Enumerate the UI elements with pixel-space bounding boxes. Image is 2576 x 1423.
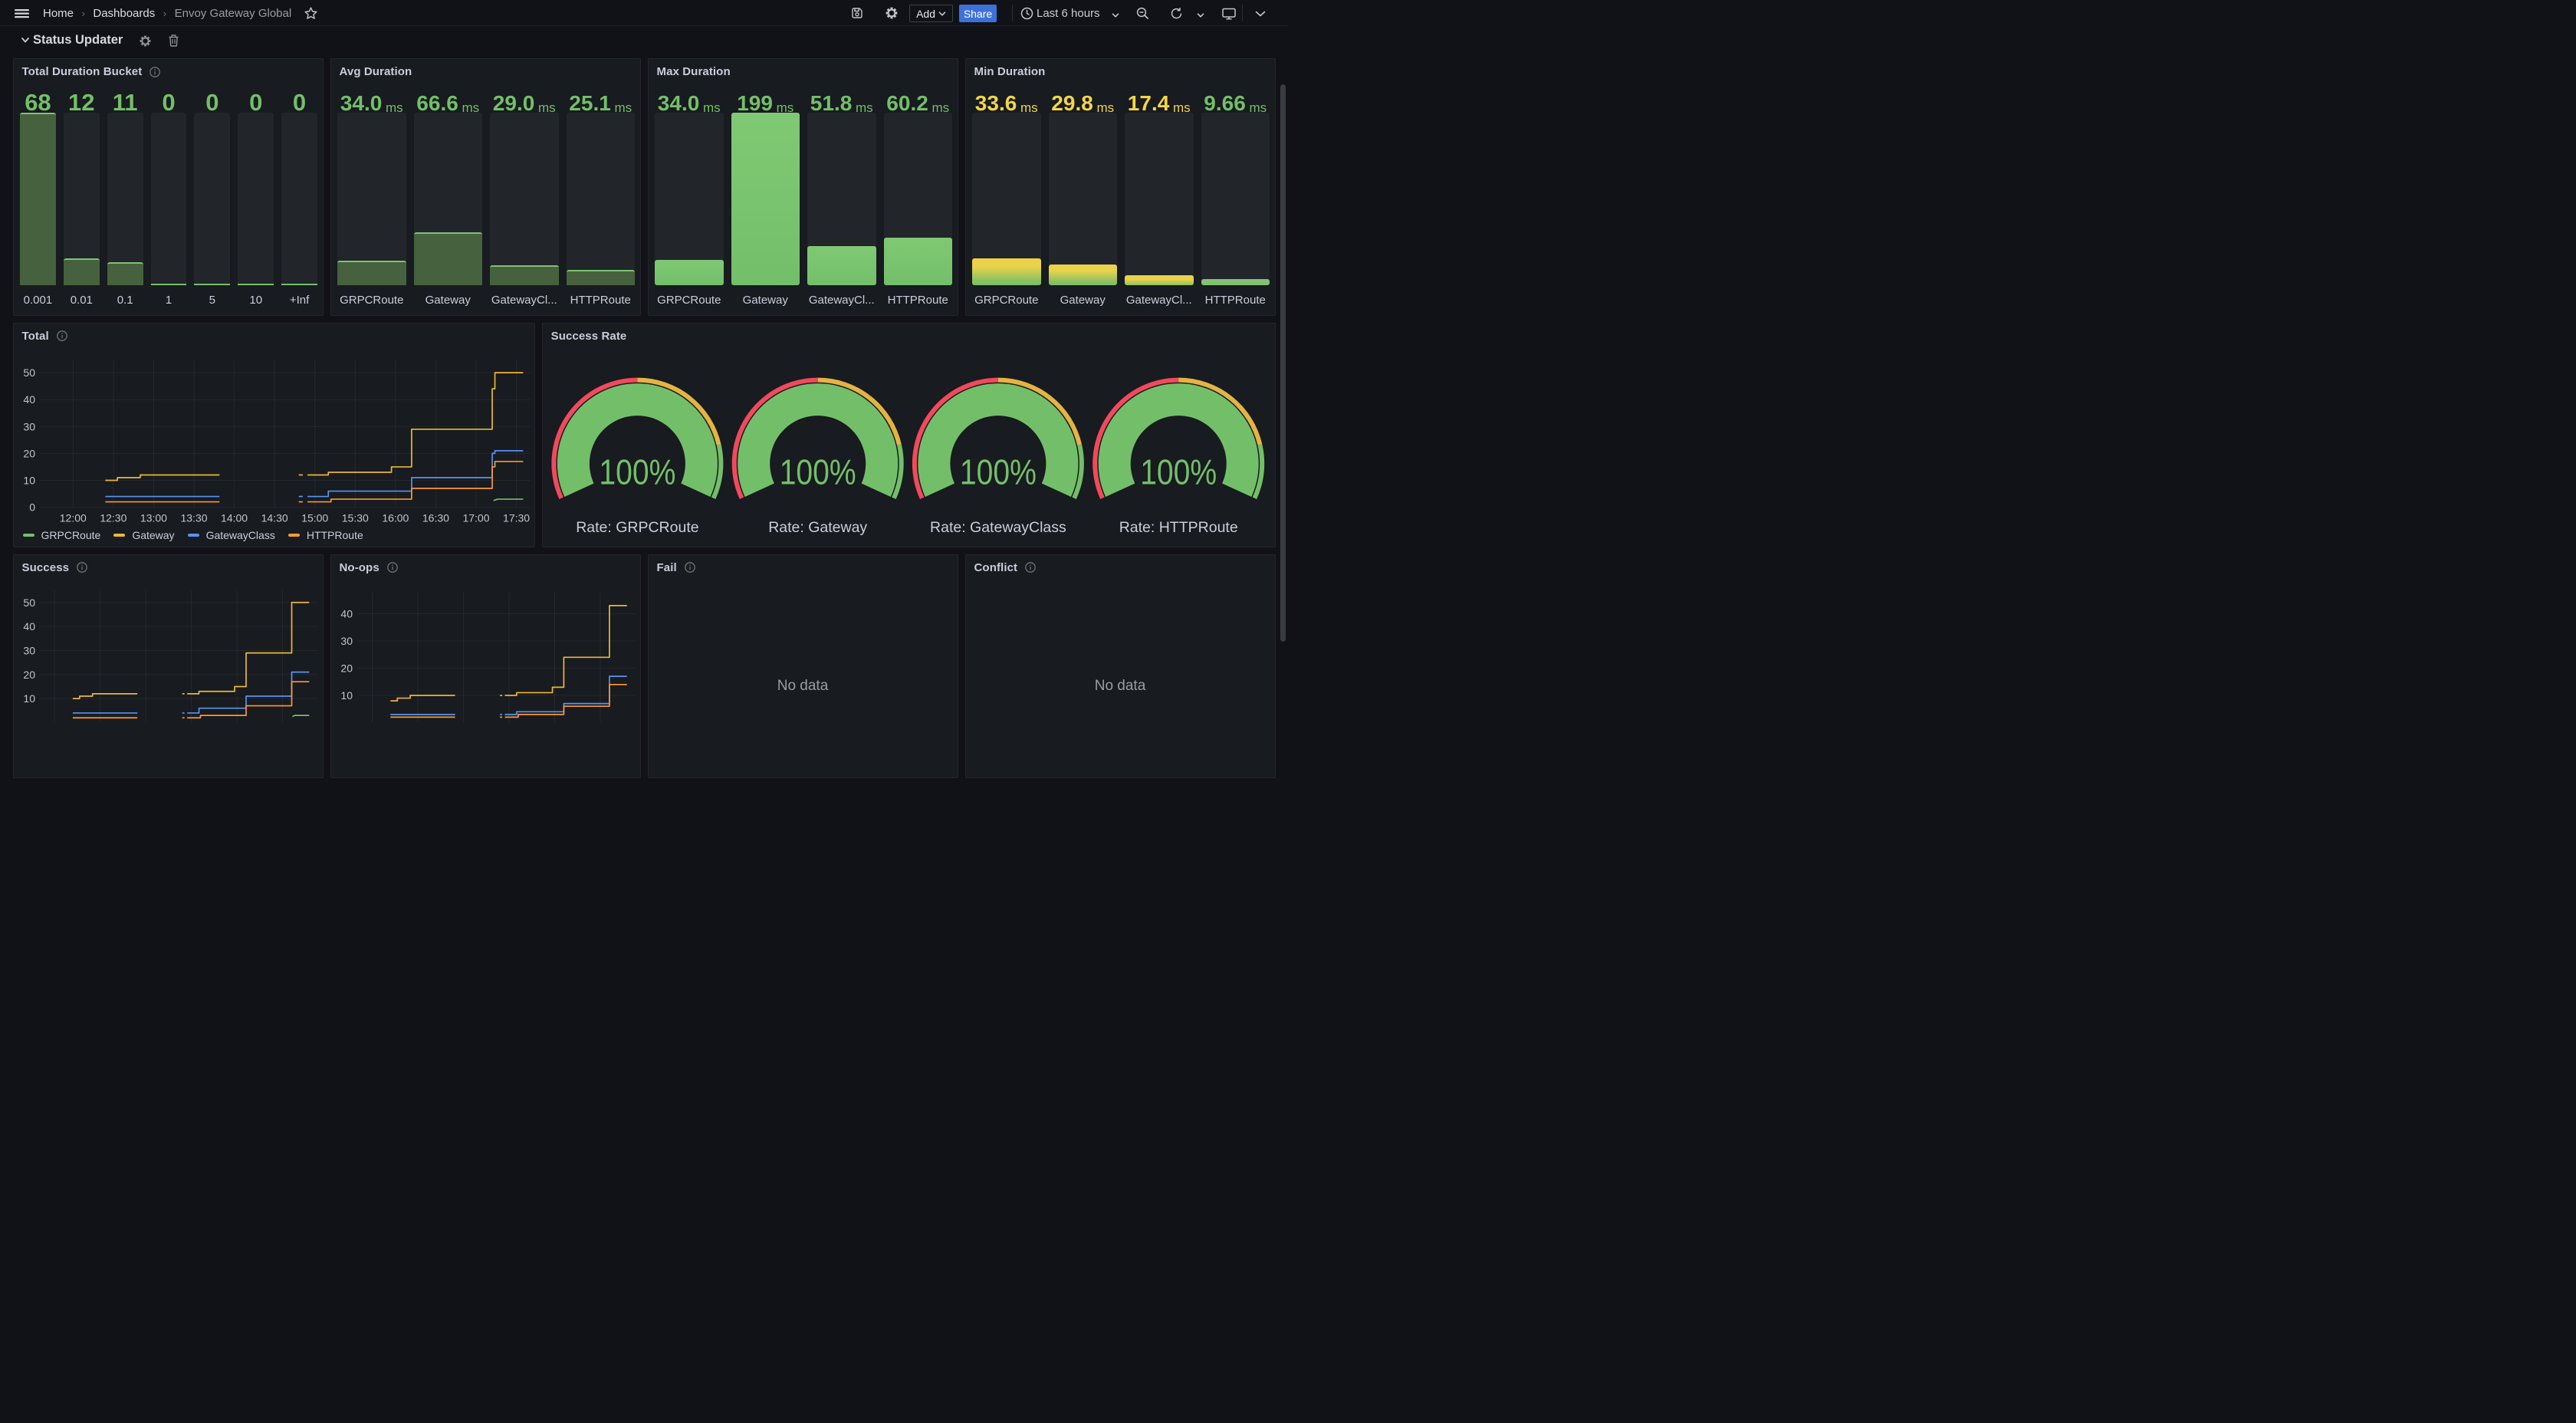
svg-text:14:30: 14:30 <box>261 511 288 524</box>
svg-text:30: 30 <box>340 635 353 647</box>
svg-text:17:30: 17:30 <box>503 511 530 524</box>
svg-text:17:00: 17:00 <box>462 511 489 524</box>
svg-text:100%: 100% <box>959 452 1036 491</box>
svg-text:16:30: 16:30 <box>422 511 449 524</box>
svg-text:Rate: HTTPRoute: Rate: HTTPRoute <box>1119 519 1237 536</box>
svg-text:40: 40 <box>340 607 353 619</box>
svg-text:13:30: 13:30 <box>180 511 207 524</box>
svg-text:50: 50 <box>23 366 35 379</box>
svg-text:10: 10 <box>23 692 35 705</box>
svg-text:10: 10 <box>23 474 35 486</box>
svg-text:30: 30 <box>23 420 35 432</box>
svg-text:Rate: Gateway: Rate: Gateway <box>768 519 867 536</box>
svg-text:20: 20 <box>340 662 353 674</box>
svg-text:20: 20 <box>23 669 35 681</box>
svg-text:50: 50 <box>23 596 35 609</box>
svg-text:13:00: 13:00 <box>140 511 166 524</box>
svg-text:100%: 100% <box>599 452 675 491</box>
svg-text:Rate: GatewayClass: Rate: GatewayClass <box>930 519 1066 536</box>
svg-text:30: 30 <box>23 644 35 656</box>
svg-text:100%: 100% <box>1140 452 1217 491</box>
svg-text:12:00: 12:00 <box>59 511 86 524</box>
svg-text:100%: 100% <box>779 452 856 491</box>
svg-text:40: 40 <box>23 393 35 406</box>
svg-text:15:00: 15:00 <box>301 511 328 524</box>
svg-text:12:30: 12:30 <box>100 511 127 524</box>
svg-text:40: 40 <box>23 620 35 633</box>
svg-text:15:30: 15:30 <box>341 511 368 524</box>
svg-text:0: 0 <box>29 501 35 513</box>
svg-text:20: 20 <box>23 447 35 459</box>
svg-text:16:00: 16:00 <box>382 511 409 524</box>
svg-text:14:00: 14:00 <box>221 511 248 524</box>
svg-text:Rate: GRPCRoute: Rate: GRPCRoute <box>576 519 698 536</box>
svg-text:10: 10 <box>340 689 353 702</box>
